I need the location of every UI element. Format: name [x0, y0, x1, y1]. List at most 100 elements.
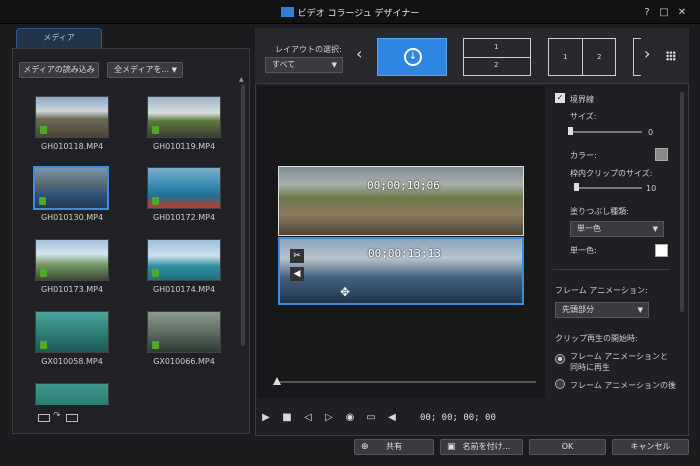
media-thumbnail[interactable]: [147, 167, 221, 209]
display-icon[interactable]: ▭: [365, 412, 377, 424]
video-clip-icon: [40, 126, 47, 134]
layout-prev-icon[interactable]: ‹: [356, 44, 362, 63]
layout-option-download[interactable]: ↓: [377, 38, 447, 76]
media-thumbnail[interactable]: [147, 311, 221, 353]
fill-type-value: 単一色: [577, 224, 601, 233]
collage-cell-top[interactable]: 00;00;10;06: [278, 166, 524, 236]
play-icon[interactable]: ▶: [260, 412, 272, 424]
frame-animation-value: 先頭部分: [562, 305, 594, 314]
time-display: 00; 00; 00; 00: [420, 413, 496, 423]
video-clip-icon: [152, 341, 159, 349]
media-item-label: GH010119.MP4: [152, 142, 216, 151]
next-frame-icon[interactable]: ▷: [323, 412, 335, 424]
video-clip-icon: [40, 269, 47, 277]
collage-view-icon[interactable]: [66, 414, 78, 422]
prev-frame-icon[interactable]: ◁: [302, 412, 314, 424]
fill-type-select[interactable]: 単一色 ▼: [570, 221, 664, 237]
chevron-down-icon: ▼: [652, 225, 658, 233]
app-window: ビデオ コラージュ デザイナー ? □ ✕ メディア メディアの読み込み 全メデ…: [0, 0, 700, 466]
layout-divider: [464, 57, 530, 58]
media-item-label: GX010066.MP4: [153, 357, 215, 366]
video-clip-icon: [152, 269, 159, 277]
media-item-label: GH010173.MP4: [40, 285, 104, 294]
fill-color-swatch[interactable]: [655, 244, 668, 257]
layout-option-stacked[interactable]: 1 2: [463, 38, 531, 76]
view-mode-icon[interactable]: [38, 414, 50, 422]
chevron-down-icon: ▼: [331, 61, 337, 69]
media-scrollbar[interactable]: [241, 84, 245, 346]
media-thumbnail[interactable]: [35, 383, 109, 405]
scissors-icon[interactable]: ✂: [290, 249, 304, 263]
media-thumbnail[interactable]: [147, 239, 221, 281]
media-filter-value: 全メディアを...: [114, 65, 170, 74]
share-button[interactable]: ⊕ 共有: [354, 439, 434, 455]
size-label: サイズ:: [570, 112, 597, 121]
globe-icon: ⊕: [361, 442, 369, 452]
timeline-track[interactable]: [278, 381, 536, 383]
layout-label: レイアウトの選択:: [275, 45, 342, 54]
settings-scrollbar[interactable]: [680, 92, 684, 312]
collage-cell-bottom[interactable]: 00;00;13;13 ✂ ◀ ✥: [278, 237, 524, 305]
close-button[interactable]: ✕: [676, 7, 688, 19]
fill-type-label: 塗りつぶし種類:: [570, 207, 629, 216]
save-as-label: 名前を付け...: [462, 442, 511, 451]
window-title: ビデオ コラージュ デザイナー: [0, 6, 700, 19]
frame-animation-label: フレーム アニメーション:: [555, 286, 648, 295]
maximize-button[interactable]: □: [658, 7, 670, 19]
solid-color-label: 単一色:: [570, 246, 597, 255]
scroll-up-icon[interactable]: ▲: [239, 76, 247, 83]
layout-option-side-by-side[interactable]: 1 2: [548, 38, 616, 76]
snapshot-icon[interactable]: ◉: [344, 412, 356, 424]
size-slider-thumb[interactable]: [568, 127, 573, 135]
layout-option-partial[interactable]: [633, 38, 641, 76]
clip-start-label: クリップ再生の開始時:: [555, 334, 638, 343]
timecode-top: 00;00;10;06: [367, 179, 440, 192]
tab-media[interactable]: メディア: [16, 28, 102, 48]
border-checkbox[interactable]: ✓: [555, 93, 565, 103]
stop-icon[interactable]: ■: [281, 412, 293, 424]
inner-size-slider-thumb[interactable]: [574, 183, 579, 191]
timeline-slider-thumb[interactable]: [273, 377, 281, 385]
volume-icon[interactable]: ◀: [290, 267, 304, 281]
media-item-label: GX010058.MP4: [41, 357, 103, 366]
arrow-icon: ↷: [53, 411, 61, 421]
media-item-label: GH010118.MP4: [40, 142, 104, 151]
timecode-bottom: 00;00;13;13: [368, 247, 441, 260]
media-item-label: GH010130.MP4: [40, 213, 104, 222]
media-item-label: GH010174.MP4: [152, 285, 216, 294]
frame-animation-select[interactable]: 先頭部分 ▼: [555, 302, 649, 318]
media-thumbnail-selected[interactable]: [33, 166, 109, 210]
save-as-button[interactable]: ▣ 名前を付け...: [440, 439, 523, 455]
media-thumbnail[interactable]: [35, 96, 109, 138]
inner-size-slider[interactable]: [574, 187, 642, 189]
layout-cell-label: 2: [494, 61, 499, 69]
layout-cell-label: 1: [563, 53, 568, 61]
volume-icon[interactable]: ◀: [386, 412, 398, 424]
layout-filter-select[interactable]: すべて ▼: [265, 57, 343, 73]
size-value: 0: [648, 128, 654, 137]
ok-button[interactable]: OK: [529, 439, 606, 455]
media-filter-select[interactable]: 全メディアを... ▼: [107, 62, 183, 78]
radio-after-animation[interactable]: [555, 379, 565, 389]
inner-size-label: 枠内クリップのサイズ:: [570, 169, 653, 178]
media-thumbnail[interactable]: [147, 96, 221, 138]
color-label: カラー:: [570, 151, 597, 160]
save-icon: ▣: [447, 442, 456, 452]
window-title-text: ビデオ コラージュ デザイナー: [297, 9, 420, 19]
media-item-label: GH010172.MP4: [152, 213, 216, 222]
grid-view-icon[interactable]: [666, 51, 676, 61]
download-icon: ↓: [404, 48, 422, 66]
import-media-button[interactable]: メディアの読み込み: [19, 62, 99, 78]
divider: [553, 269, 670, 270]
border-color-swatch[interactable]: [655, 148, 668, 161]
size-slider[interactable]: [570, 131, 642, 133]
cancel-button[interactable]: キャンセル: [612, 439, 689, 455]
radio-sync-label: フレーム アニメーションと同時に再生: [570, 352, 668, 372]
app-logo-icon: [280, 7, 294, 17]
media-thumbnail[interactable]: [35, 239, 109, 281]
layout-next-icon[interactable]: ›: [644, 44, 650, 63]
radio-sync-with-animation[interactable]: [555, 354, 565, 364]
move-icon[interactable]: ✥: [340, 285, 350, 299]
media-thumbnail[interactable]: [35, 311, 109, 353]
help-button[interactable]: ?: [641, 7, 653, 19]
